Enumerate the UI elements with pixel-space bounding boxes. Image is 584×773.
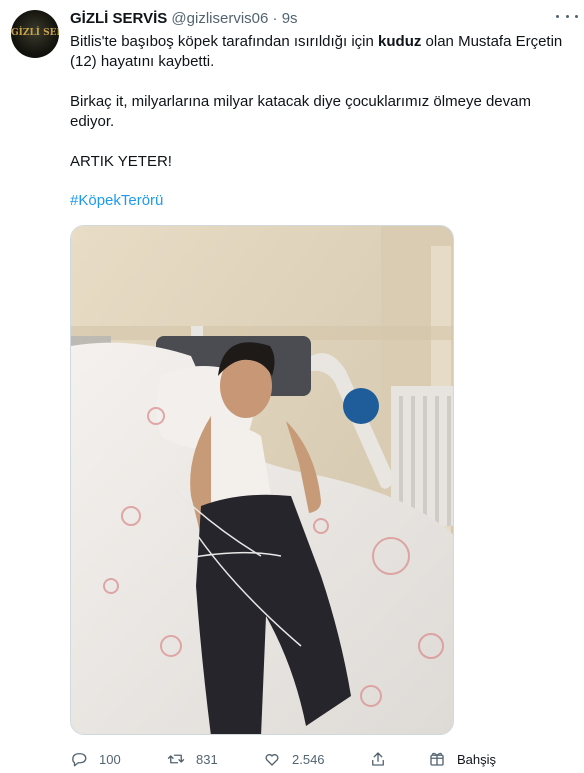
retweet-count: 831 — [196, 751, 218, 767]
tweet-timestamp[interactable]: 9s — [282, 10, 298, 27]
tweet-text-paragraph-2b: ediyor. — [70, 113, 115, 130]
separator-dot: · — [272, 10, 278, 27]
share-icon — [372, 752, 384, 766]
tip-button[interactable]: Bahşiş — [428, 748, 496, 770]
tweet-text-line-2: (12) hayatını kaybetti. — [70, 53, 215, 70]
like-icon — [265, 753, 279, 766]
reply-icon — [72, 753, 87, 767]
tweet-text-paragraph-3: ARTIK YETER! — [70, 153, 172, 170]
tweet[interactable]: GİZLİ SERVİS GİZLİ SERVİS @gizliservis06… — [0, 0, 584, 773]
more-icon[interactable] — [556, 8, 578, 24]
reply-button[interactable]: 100 — [70, 748, 121, 770]
avatar-logo-text: GİZLİ SERVİS — [11, 28, 59, 38]
like-count: 2.546 — [292, 751, 325, 767]
author-name[interactable]: GİZLİ SERVİS — [70, 10, 167, 27]
tip-icon — [430, 752, 444, 766]
tweet-header: GİZLİ SERVİS @gizliservis06 · 9s — [70, 10, 298, 30]
tweet-text-line-1: Bitlis'te başıboş köpek tarafından ısırı… — [70, 32, 570, 52]
retweet-icon — [167, 754, 185, 764]
tweet-text-paragraph-2a: Birkaç it, milyarlarına milyar katacak d… — [70, 93, 531, 110]
hospital-photo-illustration — [71, 226, 453, 734]
share-button[interactable] — [369, 748, 398, 770]
text-segment: olan Mustafa Erçetin — [421, 33, 563, 50]
text-bold-segment: kuduz — [378, 33, 422, 50]
tip-label: Bahşiş — [457, 751, 497, 767]
hashtag-link[interactable]: #KöpekTerörü — [70, 191, 570, 211]
reply-count: 100 — [99, 751, 121, 767]
tweet-photo[interactable] — [70, 225, 454, 735]
retweet-button[interactable]: 831 — [167, 748, 218, 770]
tweet-actions: 100 831 2.546 Bahşiş — [0, 748, 584, 770]
like-button[interactable]: 2.546 — [263, 748, 325, 770]
author-handle[interactable]: @gizliservis06 — [171, 10, 268, 27]
text-segment: Bitlis'te başıboş köpek tarafından ısırı… — [70, 33, 379, 50]
avatar[interactable]: GİZLİ SERVİS — [11, 10, 59, 58]
